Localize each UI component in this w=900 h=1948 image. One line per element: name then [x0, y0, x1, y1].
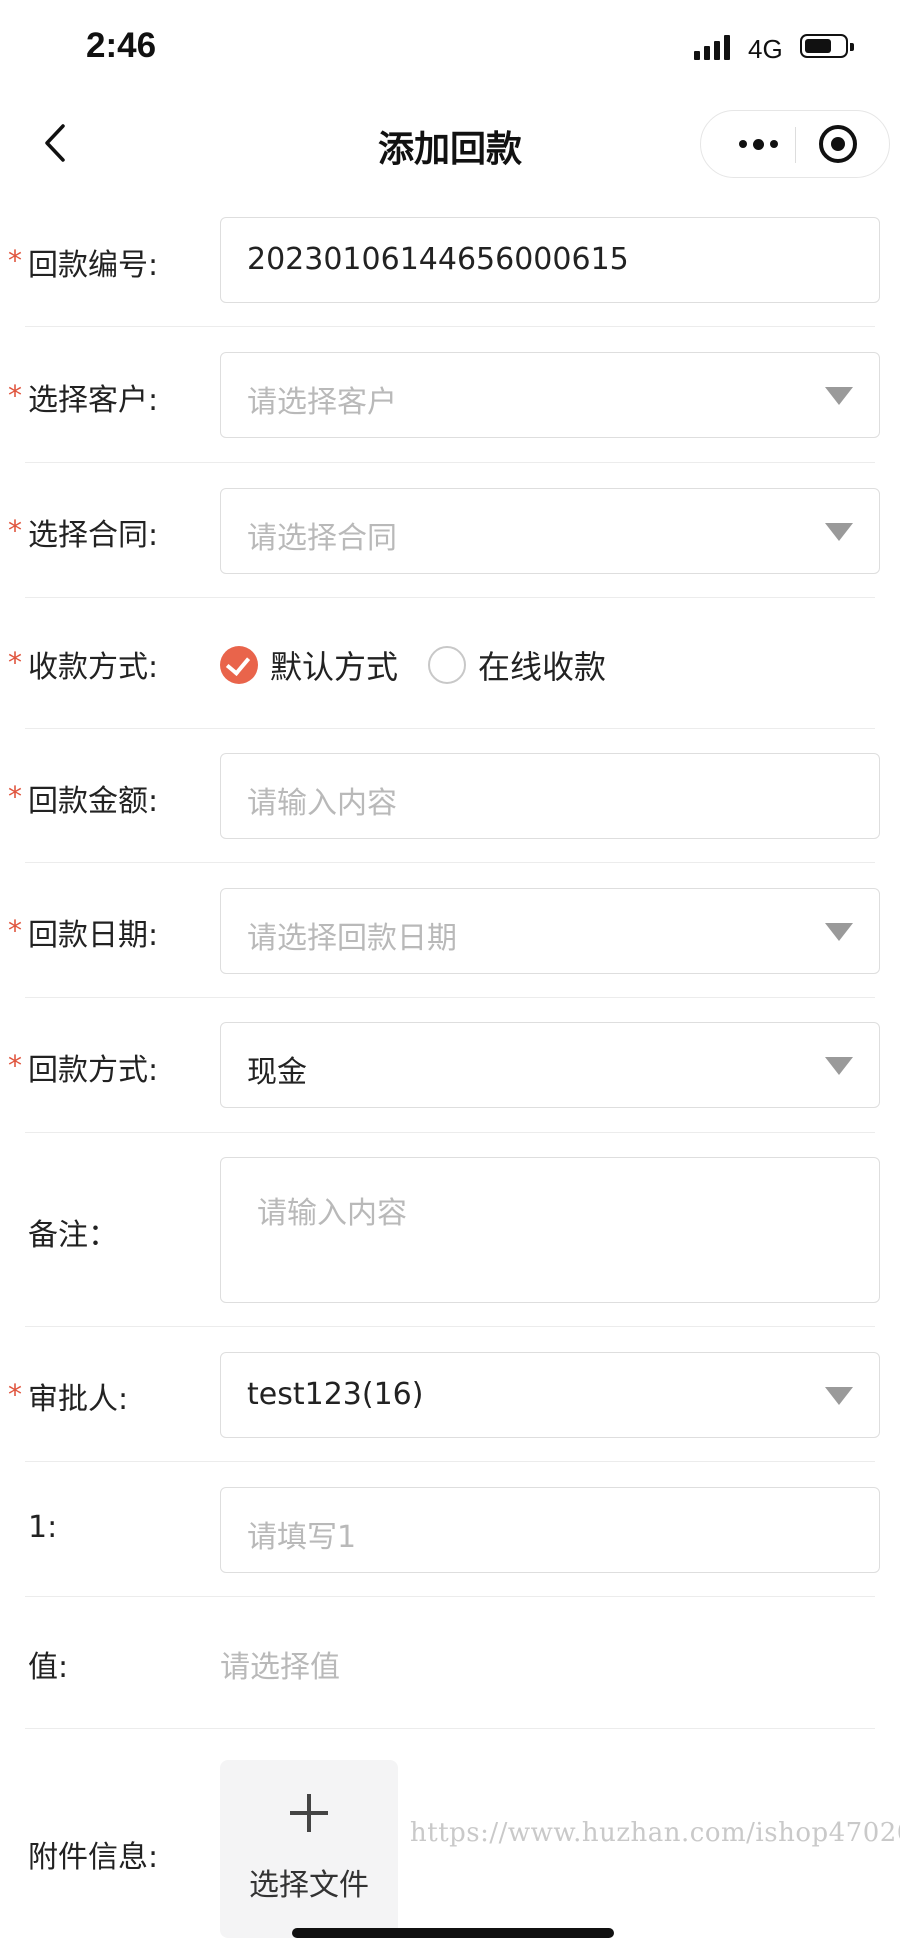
collection-method-label: * 收款方式: — [8, 642, 159, 686]
divider — [25, 597, 875, 598]
payment-method-label: * 回款方式: — [8, 1045, 159, 1089]
payment-method-value: 现金 — [247, 1055, 307, 1090]
radio-default-label: 默认方式 — [270, 648, 399, 686]
field1-placeholder: 请填写1 — [247, 1520, 357, 1555]
date-picker[interactable]: 请选择回款日期 — [220, 888, 880, 974]
required-mark: * — [8, 244, 22, 277]
divider — [25, 1596, 875, 1597]
payment-no-label-text: 回款编号: — [28, 248, 159, 283]
divider — [25, 1461, 875, 1462]
required-mark: * — [8, 780, 22, 813]
dropdown-arrow-icon — [825, 387, 853, 405]
amount-label-text: 回款金额: — [28, 784, 159, 819]
capsule-divider — [795, 127, 796, 163]
collection-method-radio-group: 默认方式 在线收款 — [220, 642, 636, 688]
remark-label: 备注： — [28, 1218, 118, 1253]
field1-label: 1: — [28, 1510, 58, 1545]
approver-label-text: 审批人: — [28, 1382, 129, 1417]
value-label: 值: — [28, 1650, 69, 1685]
amount-label: * 回款金额: — [8, 776, 159, 820]
divider — [25, 462, 875, 463]
divider — [25, 1728, 875, 1729]
radio-online-label: 在线收款 — [478, 648, 607, 686]
dropdown-arrow-icon — [825, 1387, 853, 1405]
dropdown-arrow-icon — [825, 923, 853, 941]
divider — [25, 1132, 875, 1133]
network-type: 4G — [748, 34, 783, 64]
required-mark: * — [8, 514, 22, 547]
radio-unchecked-icon — [428, 646, 467, 684]
date-label-text: 回款日期: — [28, 918, 159, 953]
customer-label: * 选择客户: — [8, 375, 159, 419]
select-file-button[interactable]: 选择文件 — [220, 1760, 398, 1938]
contract-placeholder: 请选择合同 — [247, 521, 397, 556]
divider — [25, 728, 875, 729]
customer-select[interactable]: 请选择客户 — [220, 352, 880, 438]
contract-select[interactable]: 请选择合同 — [220, 488, 880, 574]
required-mark: * — [8, 914, 22, 947]
nav-bar: 添加回款 — [0, 100, 900, 190]
select-file-label: 选择文件 — [249, 1868, 369, 1903]
required-mark: * — [8, 379, 22, 412]
status-bar: 2:46 4G — [0, 0, 900, 100]
field1-input[interactable]: 请填写1 — [220, 1487, 880, 1573]
divider — [25, 326, 875, 327]
home-indicator — [292, 1928, 614, 1938]
payment-method-select[interactable]: 现金 — [220, 1022, 880, 1108]
signal-icon — [694, 34, 730, 60]
amount-input[interactable]: 请输入内容 — [220, 753, 880, 839]
contract-label-text: 选择合同: — [28, 518, 159, 553]
close-target-icon[interactable] — [819, 125, 857, 163]
required-mark: * — [8, 646, 22, 679]
payment-method-label-text: 回款方式: — [28, 1053, 159, 1088]
amount-placeholder: 请输入内容 — [247, 786, 397, 821]
remark-placeholder: 请输入内容 — [257, 1196, 407, 1231]
collection-method-label-text: 收款方式: — [28, 650, 159, 685]
status-time: 2:46 — [86, 26, 157, 65]
radio-online-payment[interactable]: 在线收款 — [428, 642, 606, 688]
mini-program-capsule — [700, 110, 890, 178]
required-mark: * — [8, 1049, 22, 1082]
battery-icon — [800, 34, 854, 58]
required-mark: * — [8, 1378, 22, 1411]
payment-no-label: * 回款编号: — [8, 240, 159, 284]
approver-value: test123(16) — [247, 1377, 424, 1412]
date-label: * 回款日期: — [8, 910, 159, 954]
divider — [25, 997, 875, 998]
remark-textarea[interactable]: 请输入内容 — [220, 1157, 880, 1303]
watermark: https://www.huzhan.com/ishop47020 — [410, 1818, 900, 1848]
dropdown-arrow-icon — [825, 1057, 853, 1075]
customer-placeholder: 请选择客户 — [247, 385, 397, 420]
customer-label-text: 选择客户: — [28, 383, 159, 418]
attachment-label: 附件信息: — [28, 1840, 159, 1875]
approver-label: * 审批人: — [8, 1374, 129, 1418]
radio-checked-icon — [220, 646, 258, 684]
payment-no-field[interactable]: 20230106144656000615 — [220, 217, 880, 303]
date-placeholder: 请选择回款日期 — [247, 921, 457, 956]
divider — [25, 862, 875, 863]
dropdown-arrow-icon — [825, 523, 853, 541]
more-icon[interactable] — [723, 111, 793, 177]
approver-select[interactable]: test123(16) — [220, 1352, 880, 1438]
divider — [25, 1326, 875, 1327]
value-selector[interactable]: 请选择值 — [220, 1642, 340, 1686]
contract-label: * 选择合同: — [8, 510, 159, 554]
radio-default-method[interactable]: 默认方式 — [220, 642, 398, 688]
payment-no-value: 20230106144656000615 — [247, 242, 629, 277]
